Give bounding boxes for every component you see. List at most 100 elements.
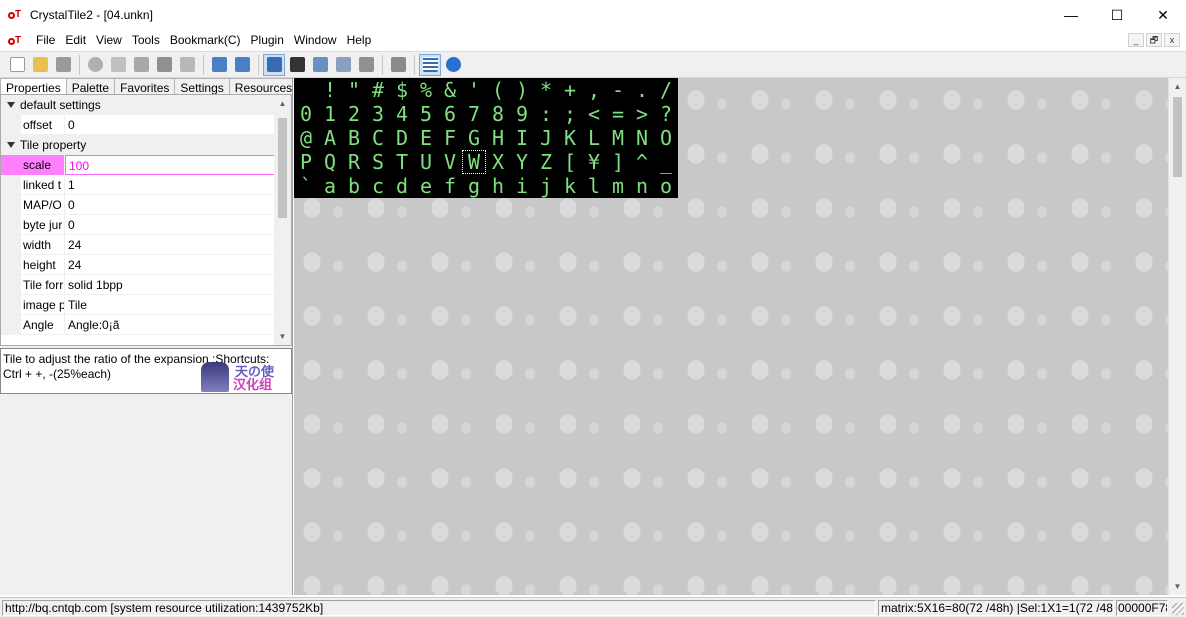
tile-cell[interactable]: [	[558, 150, 582, 174]
tab-properties[interactable]: Properties	[0, 78, 67, 94]
category-default-settings[interactable]: default settings	[1, 95, 275, 115]
tile-cell[interactable]: 1	[318, 102, 342, 126]
tile-cell[interactable]: 2	[342, 102, 366, 126]
prop-row[interactable]: linked t 1	[1, 174, 275, 195]
search-button[interactable]	[355, 54, 377, 76]
tile-cell[interactable]: +	[558, 78, 582, 102]
prop-value[interactable]: 1	[65, 175, 275, 195]
tile-cell[interactable]: 8	[486, 102, 510, 126]
tile-cell[interactable]: 5	[414, 102, 438, 126]
tile-cell[interactable]: V	[438, 150, 462, 174]
tile-cell[interactable]: 3	[366, 102, 390, 126]
tile-cell[interactable]: ¥	[582, 150, 606, 174]
tile-cell[interactable]: `	[294, 174, 318, 198]
tile-cell[interactable]: >	[630, 102, 654, 126]
app-icon[interactable]: T	[8, 10, 24, 20]
grid-button[interactable]	[419, 53, 441, 76]
tile-cell[interactable]: R	[342, 150, 366, 174]
tile-cell[interactable]: <	[582, 102, 606, 126]
tile-cell[interactable]: /	[654, 78, 678, 102]
scroll-down-icon[interactable]: ▼	[1169, 578, 1186, 595]
prop-value[interactable]: 24	[65, 235, 275, 255]
tile-cell[interactable]: j	[534, 174, 558, 198]
tile-cell[interactable]: .	[630, 78, 654, 102]
scroll-thumb[interactable]	[1173, 97, 1182, 177]
tile-cell[interactable]: C	[366, 126, 390, 150]
tile-cell[interactable]	[294, 78, 318, 102]
tile-canvas[interactable]: ! " # $% & '() * +, -./ 0 1 2 3 4 5 6 7 8 9:; < = >? @ A B C D E F G H…	[294, 78, 1168, 595]
tile-cell[interactable]: c	[366, 174, 390, 198]
tile-cell[interactable]: U	[414, 150, 438, 174]
scroll-up-icon[interactable]: ▲	[1169, 78, 1186, 95]
prop-value[interactable]: 0	[65, 195, 275, 215]
tile-cell[interactable]: H	[486, 126, 510, 150]
prop-value[interactable]: Angle:0¡ã	[65, 315, 275, 335]
minimize-button[interactable]: —	[1048, 0, 1094, 30]
tile-cell[interactable]: E	[414, 126, 438, 150]
text-button[interactable]	[309, 54, 331, 76]
tile-cell[interactable]: d	[390, 174, 414, 198]
tile-cell[interactable]: P	[294, 150, 318, 174]
tile-cell[interactable]: b	[342, 174, 366, 198]
tile-cell[interactable]: e	[414, 174, 438, 198]
tile-cell[interactable]: i	[510, 174, 534, 198]
tile-cell[interactable]: !	[318, 78, 342, 102]
paste-button[interactable]	[153, 54, 175, 76]
collapse-icon[interactable]	[7, 102, 15, 108]
open-button[interactable]	[29, 54, 51, 76]
tile-cell[interactable]: D	[390, 126, 414, 150]
tile-cell[interactable]: Z	[534, 150, 558, 174]
prop-row[interactable]: image p Tile	[1, 294, 275, 315]
prop-value[interactable]: 0	[65, 115, 275, 135]
tile-cell[interactable]: '	[462, 78, 486, 102]
tile-cell[interactable]: h	[486, 174, 510, 198]
prop-row-offset[interactable]: offset 0	[1, 114, 275, 135]
tile-cell[interactable]: g	[462, 174, 486, 198]
menu-tools[interactable]: Tools	[128, 30, 166, 51]
tile-cell[interactable]: (	[486, 78, 510, 102]
delete-button[interactable]	[176, 54, 198, 76]
tile-cell[interactable]: %	[414, 78, 438, 102]
prop-row-angle[interactable]: Angle Angle:0¡ã	[1, 314, 275, 335]
import-button[interactable]	[208, 54, 230, 76]
tile-cell[interactable]: &	[438, 78, 462, 102]
help-button[interactable]	[442, 54, 464, 76]
screenshot-button[interactable]	[387, 54, 409, 76]
prop-row[interactable]: byte jur 0	[1, 214, 275, 235]
new-button[interactable]	[6, 54, 28, 76]
menu-window[interactable]: Window	[290, 30, 343, 51]
tile-cell[interactable]: ;	[558, 102, 582, 126]
collapse-icon[interactable]	[7, 142, 15, 148]
tile-cell[interactable]: 4	[390, 102, 414, 126]
tile-cell[interactable]: -	[606, 78, 630, 102]
prop-value[interactable]: Tile	[65, 295, 275, 315]
tile-cell[interactable]: #	[366, 78, 390, 102]
prop-value[interactable]: solid 1bpp	[65, 275, 275, 295]
tile-cell[interactable]: T	[390, 150, 414, 174]
tile-cell[interactable]: X	[486, 150, 510, 174]
edit-button[interactable]	[332, 54, 354, 76]
tile-cell[interactable]: 0	[294, 102, 318, 126]
tile-cell[interactable]: I	[510, 126, 534, 150]
prop-row-scale[interactable]: scale 100	[1, 154, 275, 175]
tile-cell[interactable]: )	[510, 78, 534, 102]
tile-grid[interactable]: ! " # $% & '() * +, -./ 0 1 2 3 4 5 6 7 8 9:; < = >? @ A B C D E F G H…	[294, 78, 678, 198]
tile-cell[interactable]: L	[582, 126, 606, 150]
tile-cell[interactable]: =	[606, 102, 630, 126]
export-button[interactable]	[231, 54, 253, 76]
hex-view-button[interactable]	[286, 54, 308, 76]
tile-cell[interactable]: 6	[438, 102, 462, 126]
tile-cell[interactable]: ?	[654, 102, 678, 126]
cut-button[interactable]	[107, 54, 129, 76]
tile-cell[interactable]: ]	[606, 150, 630, 174]
tile-cell[interactable]: K	[558, 126, 582, 150]
main-scrollbar[interactable]: ▲ ▼	[1168, 78, 1186, 595]
menu-bookmark[interactable]: Bookmark(C)	[166, 30, 247, 51]
doc-icon[interactable]: T	[8, 35, 24, 46]
scroll-thumb[interactable]	[278, 118, 287, 218]
prop-value[interactable]: 0	[65, 215, 275, 235]
tile-cell[interactable]: O	[654, 126, 678, 150]
tile-cell[interactable]: M	[606, 126, 630, 150]
tile-cell[interactable]: 9	[510, 102, 534, 126]
tile-cell[interactable]: n	[630, 174, 654, 198]
